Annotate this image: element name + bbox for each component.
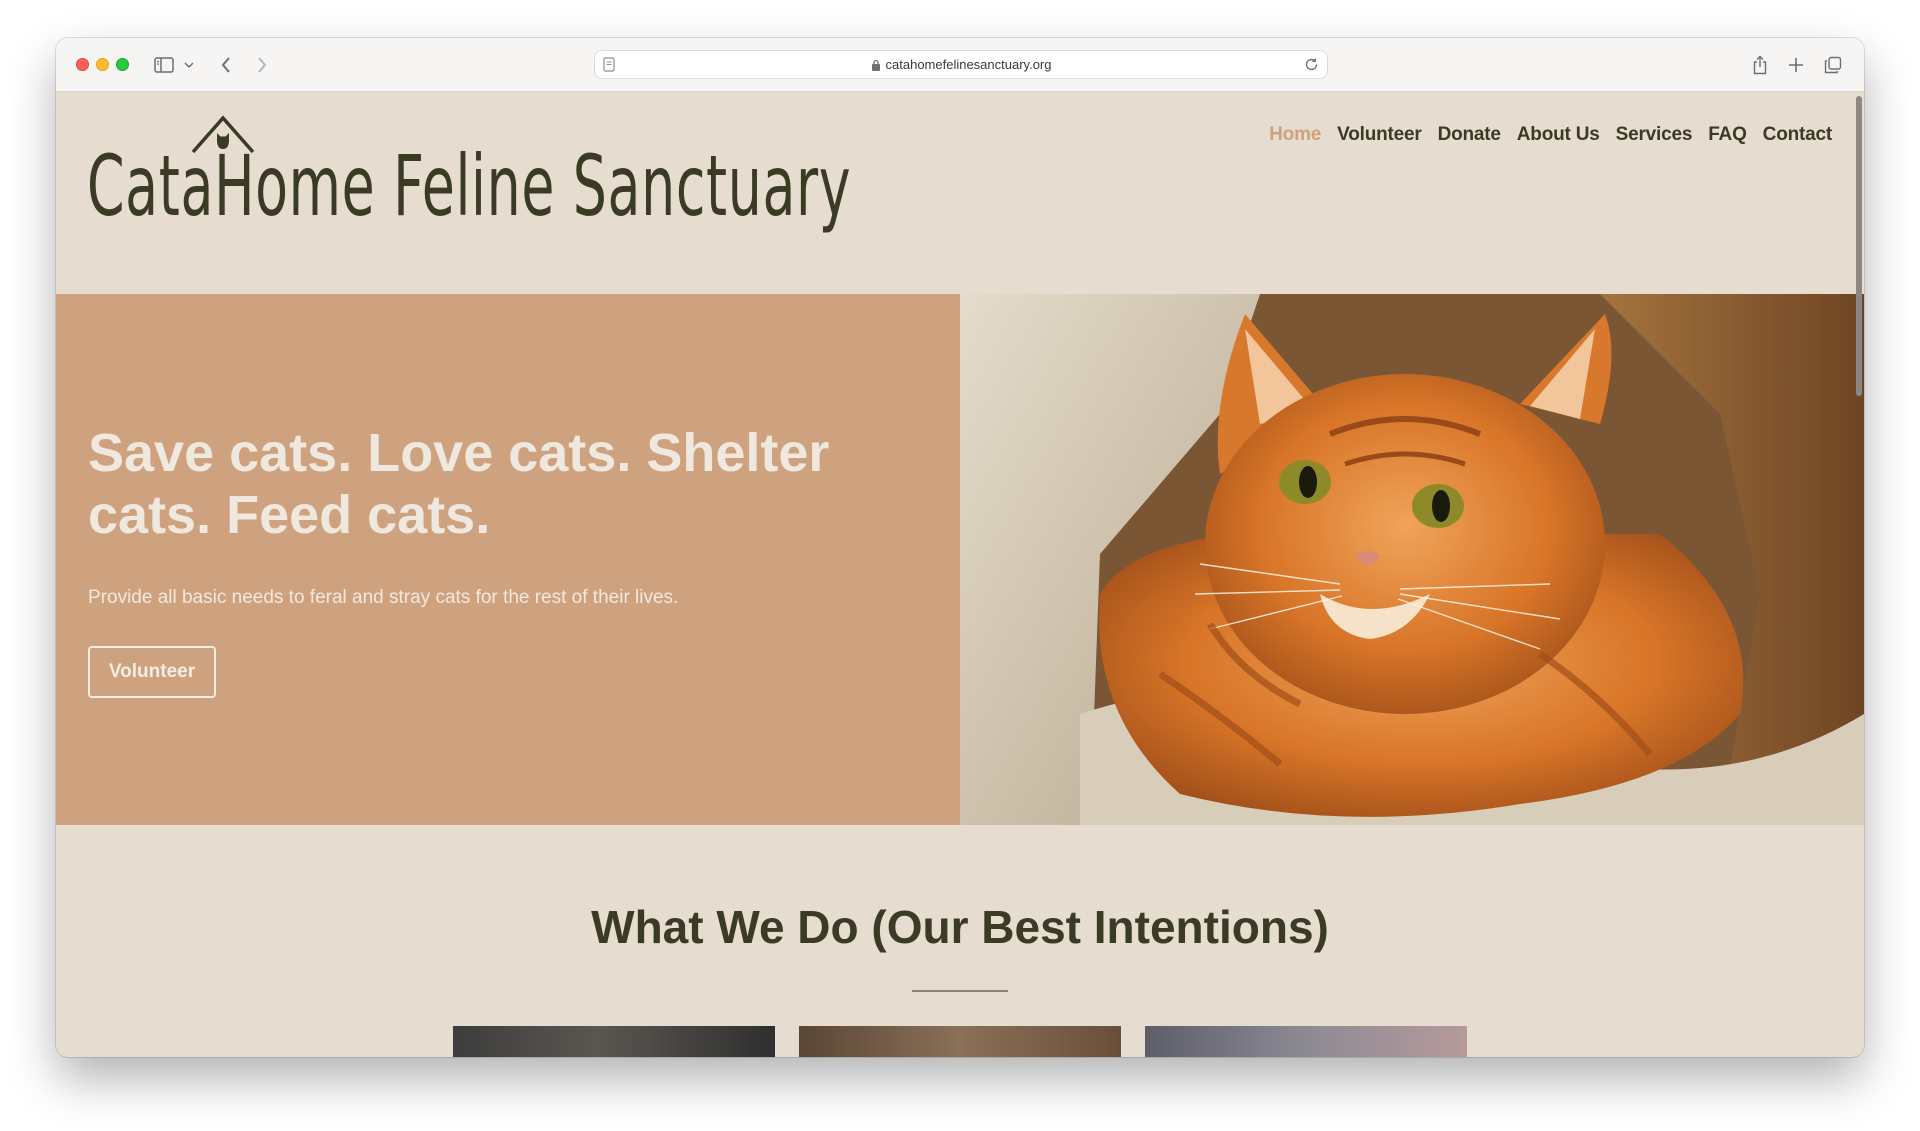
- browser-toolbar: catahomefelinesanctuary.org: [56, 38, 1864, 92]
- minimize-window-button[interactable]: [96, 58, 109, 71]
- nav-contact[interactable]: Contact: [1763, 124, 1833, 146]
- section-divider: [912, 990, 1008, 992]
- main-nav: Home Volunteer Donate About Us Services …: [1269, 124, 1832, 146]
- site-header: CataHome Feline Sanctuary Home Volunteer…: [56, 92, 1864, 294]
- url-text[interactable]: catahomefelinesanctuary.org: [886, 57, 1052, 72]
- nav-faq[interactable]: FAQ: [1708, 124, 1747, 146]
- hero-subtitle: Provide all basic needs to feral and str…: [88, 587, 679, 608]
- lock-icon: [871, 59, 881, 71]
- share-icon[interactable]: [1749, 52, 1771, 78]
- browser-window: catahomefelinesanctuary.org CataHome Fel…: [56, 38, 1864, 1057]
- forward-arrow-icon[interactable]: [252, 52, 272, 78]
- service-thumbnail[interactable]: [799, 1026, 1121, 1057]
- nav-volunteer[interactable]: Volunteer: [1337, 124, 1422, 146]
- nav-home[interactable]: Home: [1269, 124, 1321, 146]
- nav-donate[interactable]: Donate: [1438, 124, 1501, 146]
- chevron-down-icon[interactable]: [183, 52, 195, 78]
- service-thumbnail[interactable]: [1145, 1026, 1467, 1057]
- nav-services[interactable]: Services: [1616, 124, 1693, 146]
- orange-cat-illustration: [960, 294, 1864, 825]
- close-window-button[interactable]: [76, 58, 89, 71]
- reload-icon[interactable]: [1304, 57, 1319, 72]
- site-logo[interactable]: CataHome Feline Sanctuary: [87, 144, 851, 228]
- volunteer-button[interactable]: Volunteer: [88, 646, 216, 698]
- sidebar-toggle-icon[interactable]: [152, 52, 176, 78]
- nav-about-us[interactable]: About Us: [1517, 124, 1600, 146]
- new-tab-icon[interactable]: [1785, 52, 1807, 78]
- hero-cat-image: [960, 294, 1864, 825]
- hero-panel: Save cats. Love cats. Shelter cats. Feed…: [56, 294, 960, 825]
- back-arrow-icon[interactable]: [216, 52, 236, 78]
- zoom-window-button[interactable]: [116, 58, 129, 71]
- section-title: What We Do (Our Best Intentions): [591, 901, 1329, 953]
- tab-overview-icon[interactable]: [1822, 52, 1844, 78]
- service-thumbnail[interactable]: [453, 1026, 775, 1057]
- address-bar[interactable]: catahomefelinesanctuary.org: [594, 50, 1328, 79]
- hero-title: Save cats. Love cats. Shelter cats. Feed…: [88, 423, 830, 545]
- page-scrollbar[interactable]: [1856, 96, 1862, 396]
